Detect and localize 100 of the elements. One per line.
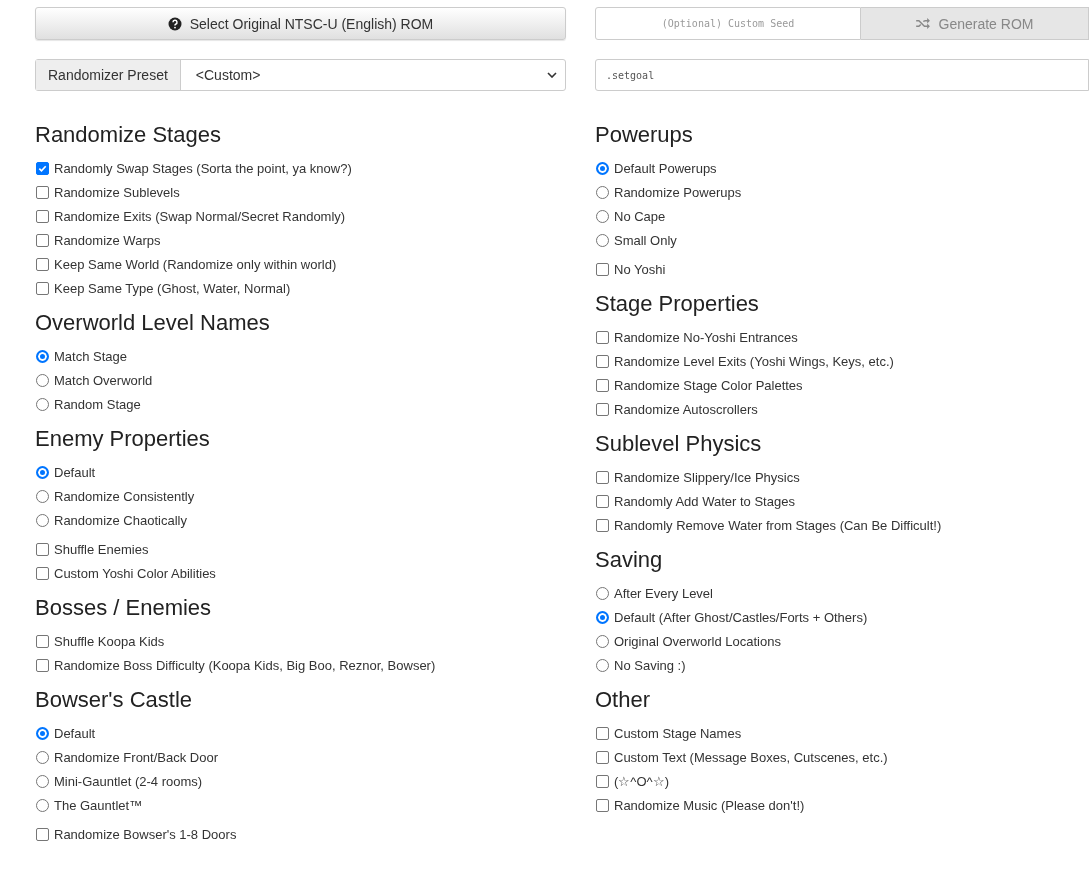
radio-button[interactable] [36,465,49,479]
option-label[interactable]: Default (After Ghost/Castles/Forts + Others) [595,605,1089,629]
option-label[interactable]: Default Powerups [595,156,1089,180]
checkbox[interactable] [596,750,609,764]
option-label[interactable]: Match Stage [35,344,566,368]
option-label[interactable]: Keep Same Type (Ghost, Water, Normal) [35,276,566,300]
option-label[interactable]: Randomize Consistently [35,484,566,508]
radio-button[interactable] [36,373,49,387]
checkbox[interactable] [596,774,609,788]
checkbox[interactable] [36,634,49,648]
option-label[interactable]: Randomize Exits (Swap Normal/Secret Randomly) [35,204,566,228]
option-label[interactable]: Randomize Autoscrollers [595,397,1089,421]
command-field[interactable]: .setgoal [595,59,1089,91]
radio-button[interactable] [36,489,49,503]
checkbox[interactable] [36,161,49,175]
checkbox[interactable] [596,262,609,276]
radio-button[interactable] [36,397,49,411]
option-label[interactable]: Original Overworld Locations [595,629,1089,653]
section-heading: Sublevel Physics [595,431,763,457]
checkbox[interactable] [596,798,609,812]
radio-button[interactable] [596,610,609,624]
chevron-down-icon [547,72,557,78]
checkbox[interactable] [596,470,609,484]
section-heading: Randomize Stages [35,122,222,148]
option-label[interactable]: No Saving :) [595,653,1089,677]
radio-button[interactable] [596,209,609,223]
section-heading: Powerups [595,122,694,148]
checkbox[interactable] [36,658,49,672]
radio-button[interactable] [36,513,49,527]
option-label[interactable]: Mini-Gauntlet (2-4 rooms) [35,769,566,793]
option-label[interactable]: Shuffle Enemies [35,537,566,561]
option-label[interactable]: Randomize Bowser's 1-8 Doors [35,822,566,846]
help-icon [167,16,182,31]
option-label[interactable]: Randomize Level Exits (Yoshi Wings, Keys, etc.) [595,349,1089,373]
option-label[interactable]: (☆^O^☆) [595,769,1089,793]
checkbox[interactable] [36,209,49,223]
checkbox[interactable] [36,185,49,199]
option-label[interactable]: No Cape [595,204,1089,228]
radio-button[interactable] [36,774,49,788]
option-label[interactable]: Randomize Front/Back Door [35,745,566,769]
checkbox[interactable] [596,494,609,508]
option-label[interactable]: Default [35,721,566,745]
option-label[interactable]: Match Overworld [35,368,566,392]
option-label[interactable]: After Every Level [595,581,1089,605]
section-heading: Enemy Properties [35,426,211,452]
checkbox[interactable] [36,827,49,841]
radio-button[interactable] [596,658,609,672]
shuffle-icon [915,18,931,29]
option-label[interactable]: Keep Same World (Randomize only within world) [35,252,566,276]
section-heading: Saving [595,547,664,573]
option-label[interactable]: Randomize No-Yoshi Entrances [595,325,1089,349]
preset-label: Randomizer Preset [36,60,181,90]
option-label[interactable]: Randomize Stage Color Palettes [595,373,1089,397]
option-label[interactable]: The Gauntlet™ [35,793,566,817]
option-label[interactable]: Randomize Sublevels [35,180,566,204]
radio-button[interactable] [36,798,49,812]
radio-button[interactable] [36,750,49,764]
radio-button[interactable] [596,185,609,199]
option-label[interactable]: Custom Text (Message Boxes, Cutscenes, etc.) [595,745,1089,769]
radio-button[interactable] [596,161,609,175]
radio-button[interactable] [596,634,609,648]
option-label[interactable]: Randomize Slippery/Ice Physics [595,465,1089,489]
radio-button[interactable] [36,726,49,740]
seed-field[interactable]: (Optional) Custom Seed [595,7,861,40]
checkbox[interactable] [36,542,49,556]
checkbox[interactable] [596,354,609,368]
select-rom-button[interactable]: Select Original NTSC-U (English) ROM [35,7,566,40]
radio-button[interactable] [596,586,609,600]
option-label[interactable]: Custom Yoshi Color Abilities [35,561,566,585]
option-label[interactable]: Custom Stage Names [595,721,1089,745]
option-label[interactable]: Random Stage [35,392,566,416]
option-label[interactable]: Randomly Add Water to Stages [595,489,1089,513]
checkbox[interactable] [596,330,609,344]
checkbox[interactable] [36,257,49,271]
section-heading: Other [595,687,652,713]
section-heading: Overworld Level Names [35,310,271,336]
checkbox[interactable] [36,566,49,580]
section-heading: Stage Properties [595,291,760,317]
checkbox[interactable] [596,518,609,532]
section-heading: Bowser's Castle [35,687,194,713]
preset-select[interactable]: Randomizer Preset <Custom> [35,59,566,91]
option-label[interactable]: Randomize Warps [35,228,566,252]
option-label[interactable]: Randomize Chaotically [35,508,566,532]
checkbox[interactable] [36,233,49,247]
checkbox[interactable] [596,726,609,740]
checkbox[interactable] [36,281,49,295]
radio-button[interactable] [36,349,49,363]
option-label[interactable]: Randomize Boss Difficulty (Koopa Kids, Big Boo, Reznor, Bowser) [35,653,566,677]
option-label[interactable]: Randomize Music (Please don't!) [595,793,1089,817]
checkbox[interactable] [596,378,609,392]
option-label[interactable]: Randomly Remove Water from Stages (Can Be Difficult!) [595,513,1089,537]
option-label[interactable]: No Yoshi [595,257,1089,281]
option-label[interactable]: Shuffle Koopa Kids [35,629,566,653]
section-heading: Bosses / Enemies [35,595,213,621]
option-label[interactable]: Randomly Swap Stages (Sorta the point, ya know?) [35,156,566,180]
radio-button[interactable] [596,233,609,247]
option-label[interactable]: Default [35,460,566,484]
option-label[interactable]: Small Only [595,228,1089,252]
checkbox[interactable] [596,402,609,416]
option-label[interactable]: Randomize Powerups [595,180,1089,204]
